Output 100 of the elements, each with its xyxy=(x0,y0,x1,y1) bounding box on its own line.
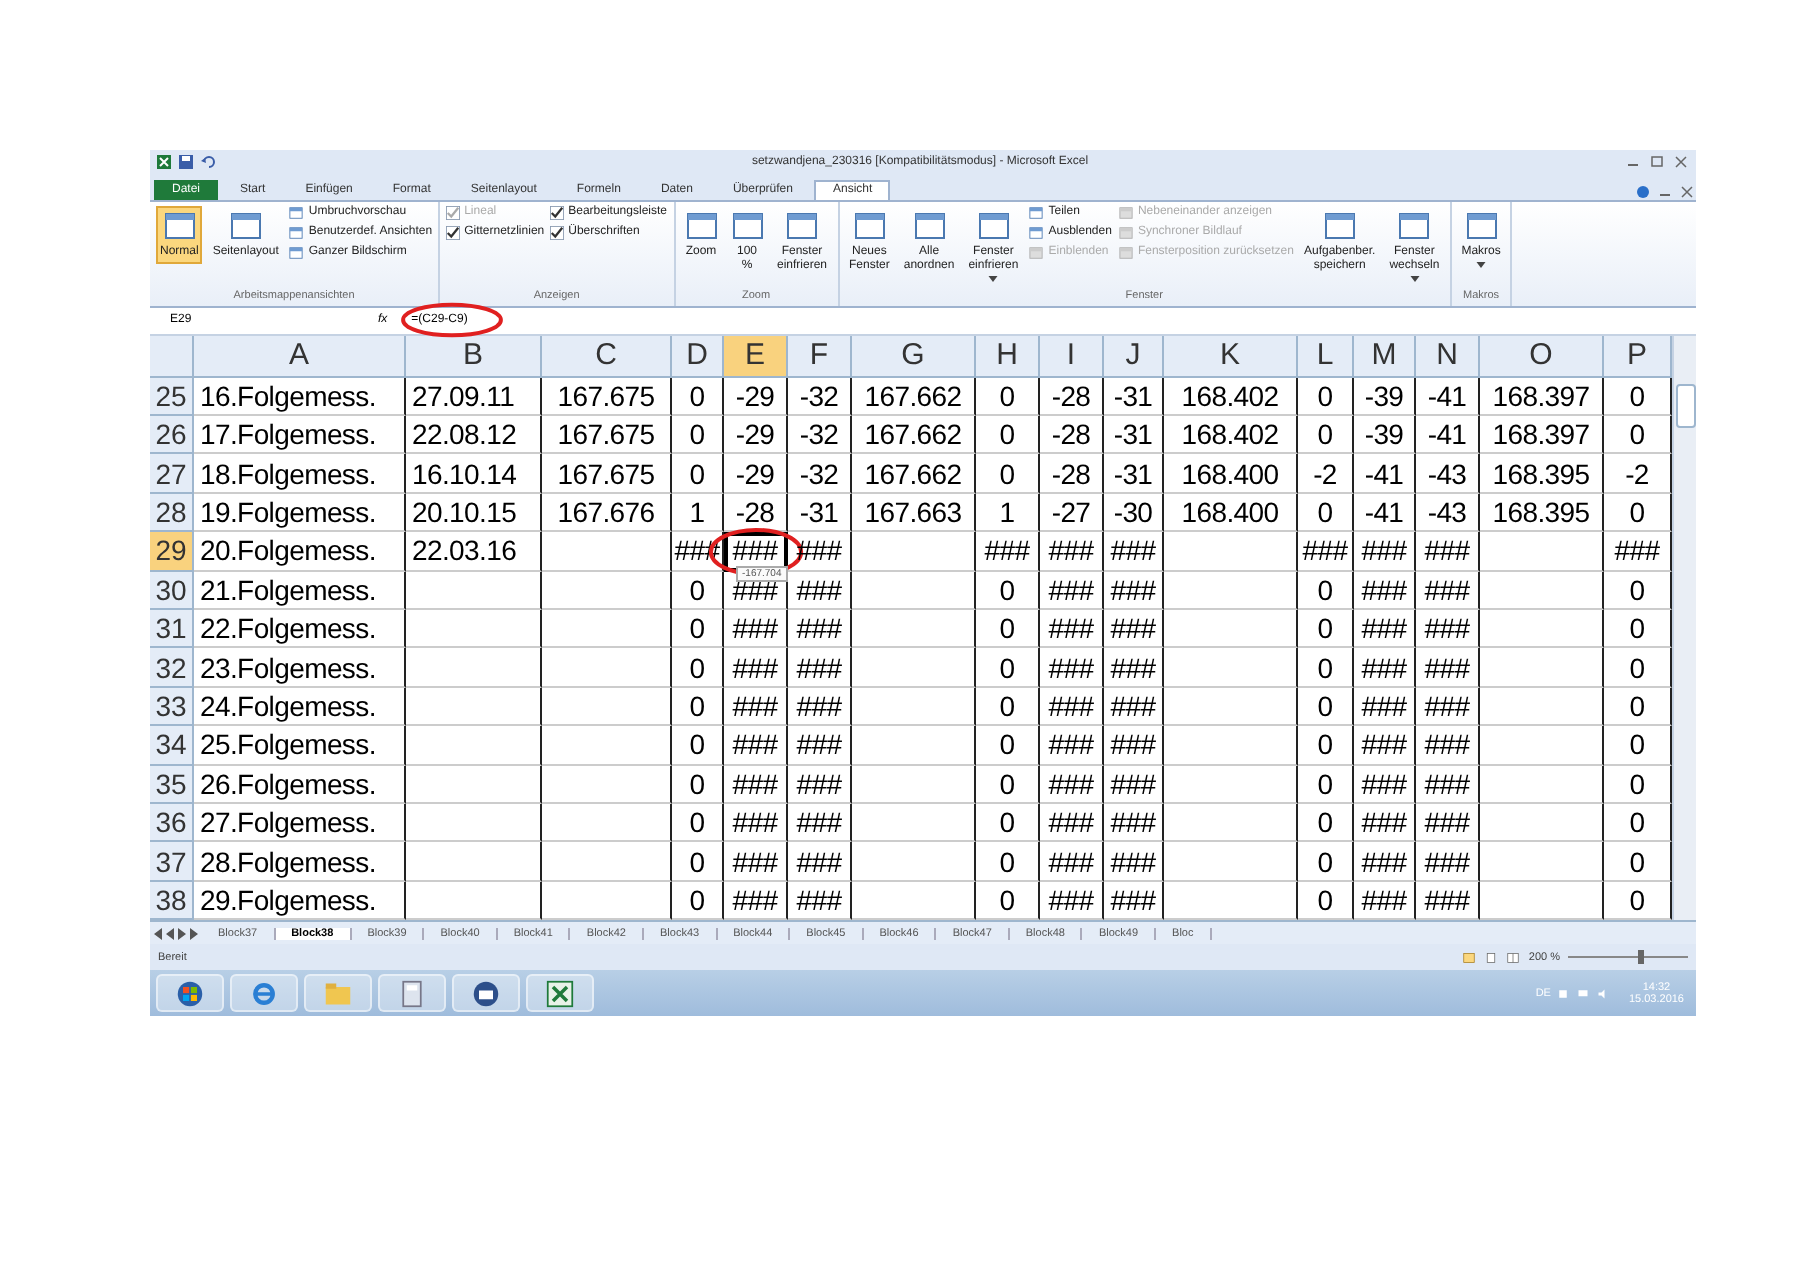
table-cell: 0 xyxy=(1298,687,1354,727)
table-cell: ### xyxy=(1104,842,1164,882)
calculator-icon xyxy=(398,979,426,1008)
table-cell: ### xyxy=(1416,532,1480,572)
window-icon xyxy=(163,209,196,242)
row-header[interactable]: 25 xyxy=(150,377,194,417)
table-cell: 168.400 xyxy=(1164,454,1298,494)
table-cell: ### xyxy=(724,765,788,804)
column-header[interactable]: G xyxy=(852,335,976,378)
navigation-arrows-icon[interactable] xyxy=(154,927,198,940)
table-cell: 0 xyxy=(1298,610,1354,649)
row-header[interactable]: 38 xyxy=(150,881,194,921)
column-header[interactable]: D xyxy=(672,335,724,378)
row-header[interactable]: 34 xyxy=(150,726,194,766)
table-cell: ### xyxy=(1104,610,1164,649)
table-cell: 22.08.12 xyxy=(406,416,542,455)
table-cell: ### xyxy=(788,765,852,804)
table-cell xyxy=(1480,571,1604,611)
table-cell: -41 xyxy=(1354,493,1416,533)
row-header[interactable]: 29 xyxy=(150,532,194,572)
row-header[interactable]: 32 xyxy=(150,648,194,688)
window-icon xyxy=(288,245,305,260)
table-cell xyxy=(1164,687,1298,727)
table-cell: 168.395 xyxy=(1480,493,1604,533)
window-icon xyxy=(1028,245,1045,260)
table-cell: 167.675 xyxy=(542,416,672,455)
zoom-slider-thumb[interactable] xyxy=(1637,950,1643,965)
row-header[interactable]: 37 xyxy=(150,842,194,882)
taskbar-button[interactable] xyxy=(230,974,298,1013)
row-header[interactable]: 31 xyxy=(150,610,194,649)
table-cell: 167.663 xyxy=(852,493,976,533)
table-cell: 20.Folgemess. xyxy=(194,532,406,572)
table-cell: 167.662 xyxy=(852,454,976,494)
table-cell: -41 xyxy=(1416,377,1480,417)
row-header[interactable]: 30 xyxy=(150,571,194,611)
checkbox[interactable] xyxy=(550,205,565,220)
table-cell: ### xyxy=(788,648,852,688)
table-cell: ### xyxy=(788,803,852,843)
table-cell: -32 xyxy=(788,454,852,494)
table-cell: ### xyxy=(724,610,788,649)
table-cell: 167.675 xyxy=(542,377,672,417)
table-cell xyxy=(1480,687,1604,727)
table-cell: -28 xyxy=(724,493,788,533)
table-cell xyxy=(852,532,976,572)
table-cell xyxy=(1480,648,1604,688)
column-header[interactable]: I xyxy=(1040,335,1104,378)
table-cell: -31 xyxy=(1104,454,1164,494)
page-layout-icon xyxy=(1484,951,1499,964)
table-cell: 0 xyxy=(672,726,724,766)
table-cell xyxy=(1164,803,1298,843)
column-header[interactable]: M xyxy=(1354,335,1416,378)
table-cell: ### xyxy=(1416,648,1480,688)
column-header[interactable]: A xyxy=(194,335,406,378)
table-cell xyxy=(1164,571,1298,611)
table-cell: -32 xyxy=(788,377,852,417)
column-header[interactable]: J xyxy=(1104,335,1164,378)
column-header[interactable]: N xyxy=(1416,335,1480,378)
window-icon xyxy=(786,209,818,242)
row-header[interactable]: 27 xyxy=(150,454,194,494)
taskbar-button[interactable] xyxy=(378,974,446,1013)
column-header[interactable]: L xyxy=(1298,335,1354,378)
table-cell: 0 xyxy=(672,765,724,804)
window-icon xyxy=(853,209,886,242)
column-header[interactable]: O xyxy=(1480,335,1604,378)
row-header[interactable]: 26 xyxy=(150,416,194,455)
column-header[interactable]: B xyxy=(406,335,542,378)
column-header[interactable]: C xyxy=(542,335,672,378)
table-cell: -39 xyxy=(1354,416,1416,455)
table-cell: 168.400 xyxy=(1164,493,1298,533)
scroll-thumb[interactable] xyxy=(1675,383,1695,428)
table-cell: ### xyxy=(788,842,852,882)
column-header[interactable]: P xyxy=(1604,335,1672,378)
table-cell: ### xyxy=(1354,803,1416,843)
column-header[interactable]: F xyxy=(788,335,852,378)
row-header[interactable]: 28 xyxy=(150,493,194,533)
table-cell: 0 xyxy=(976,687,1040,727)
column-header[interactable]: K xyxy=(1164,335,1298,378)
window-icon xyxy=(288,205,305,220)
row-header[interactable]: 35 xyxy=(150,765,194,804)
start-button[interactable] xyxy=(156,974,224,1013)
table-cell: -30 xyxy=(1104,493,1164,533)
taskbar-button[interactable] xyxy=(452,974,520,1013)
table-cell xyxy=(542,726,672,766)
checkbox[interactable] xyxy=(550,225,565,240)
row-header[interactable]: 33 xyxy=(150,687,194,727)
table-cell xyxy=(1480,803,1604,843)
taskbar-button[interactable] xyxy=(526,974,594,1013)
table-cell xyxy=(1164,765,1298,804)
column-header[interactable]: E xyxy=(724,335,788,378)
window-icon xyxy=(229,209,262,242)
checkbox[interactable] xyxy=(446,225,461,240)
vertical-scrollbar[interactable] xyxy=(1672,335,1696,921)
table-cell: ### xyxy=(1416,571,1480,611)
table-cell: ### xyxy=(1104,687,1164,727)
window-icon xyxy=(1117,245,1134,260)
table-cell: -28 xyxy=(1040,454,1104,494)
row-header[interactable]: 36 xyxy=(150,803,194,843)
table-cell: ### xyxy=(1416,610,1480,649)
table-cell: ### xyxy=(1040,532,1104,572)
column-header[interactable]: H xyxy=(976,335,1040,378)
